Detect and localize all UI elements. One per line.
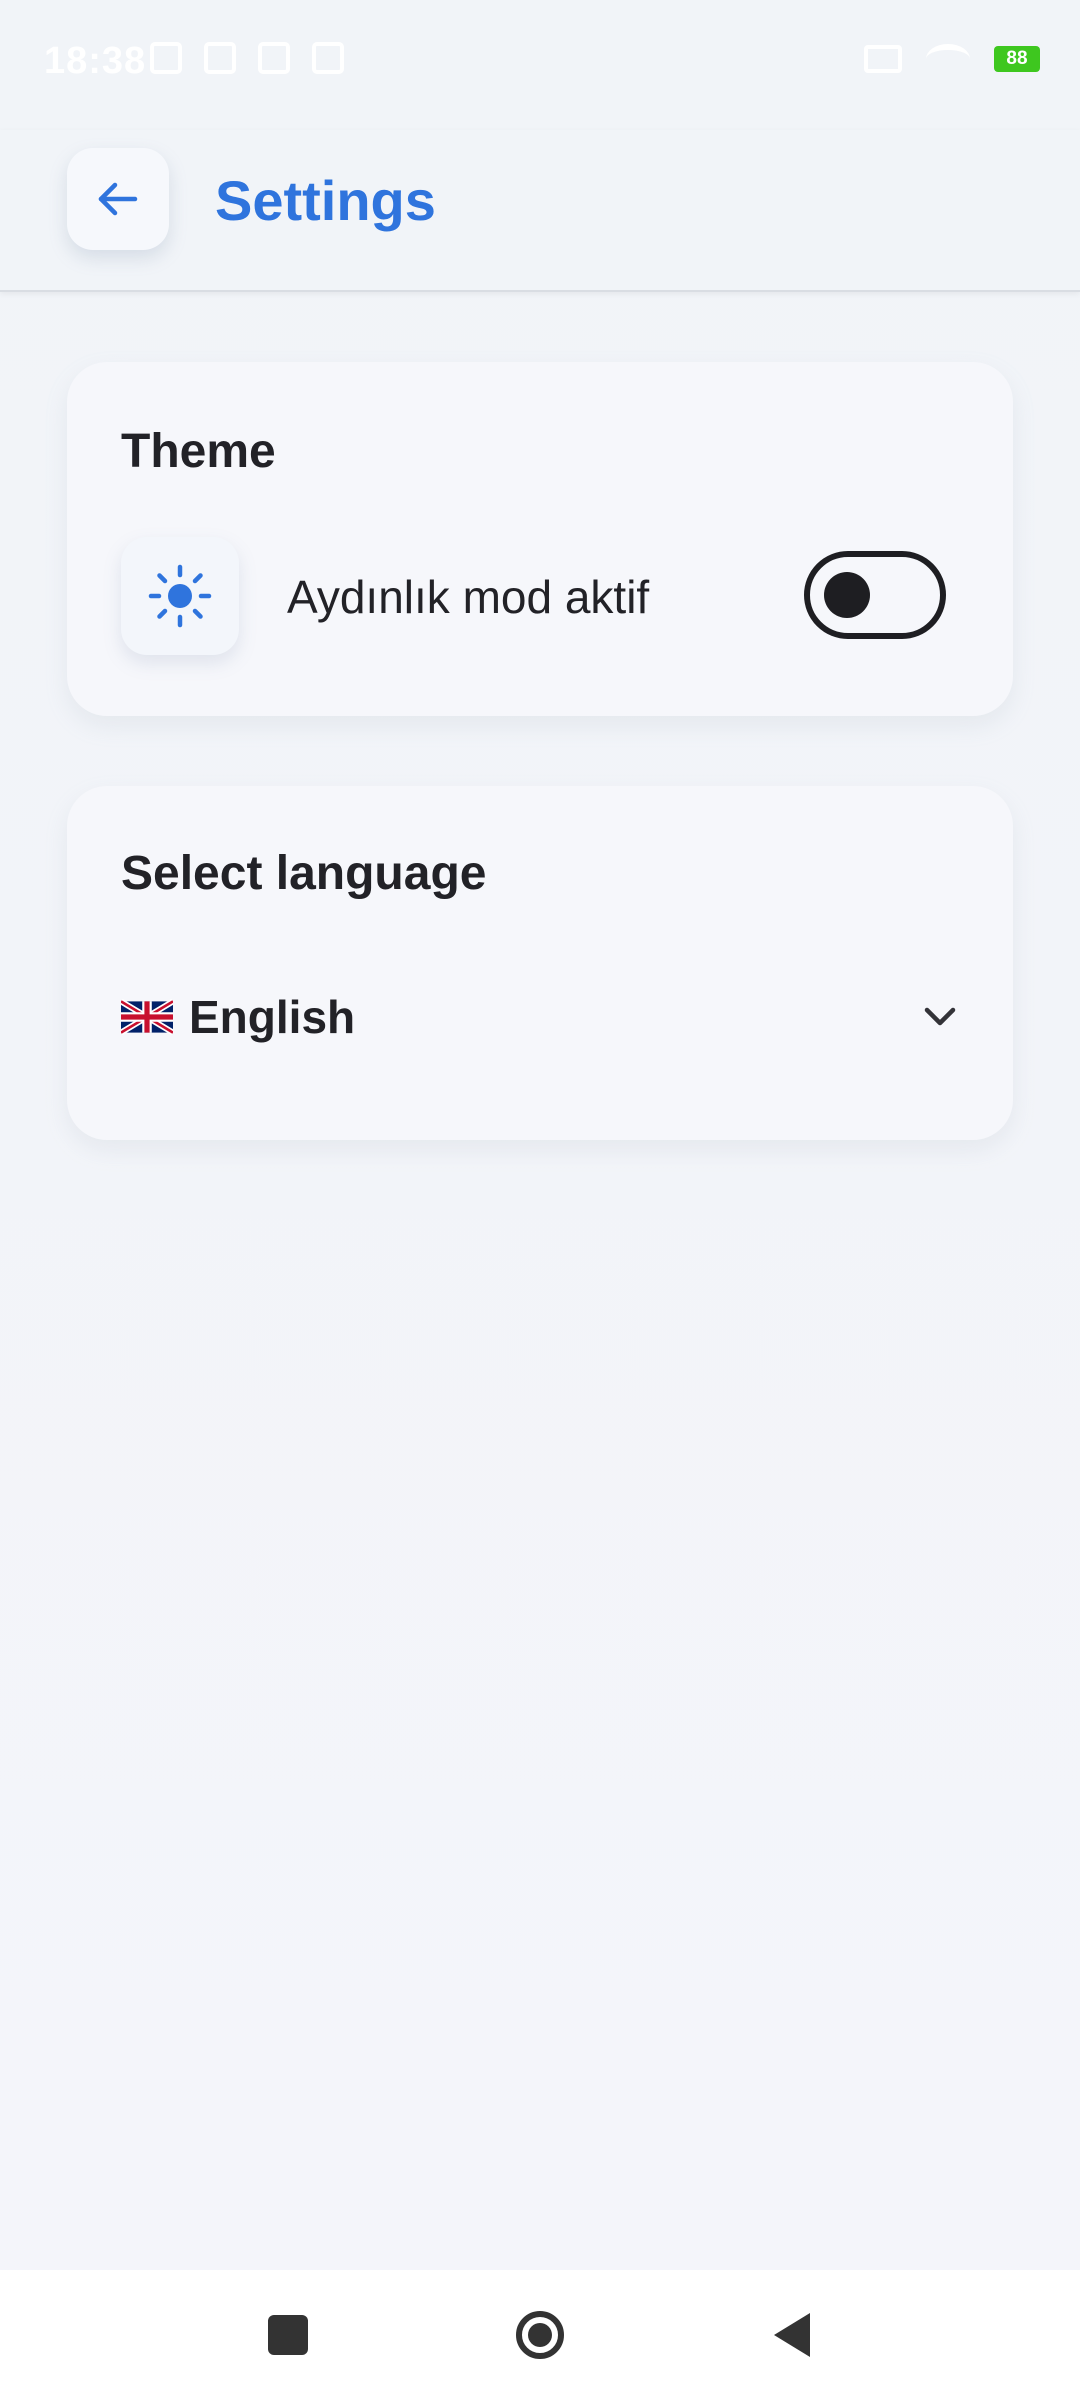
arrow-left-icon [98, 182, 138, 216]
selected-language: English [189, 991, 356, 1043]
calendar-icon [312, 42, 344, 74]
theme-mode-label: Aydınlık mod aktif [287, 571, 650, 623]
home-button[interactable] [505, 2300, 575, 2370]
status-system-icons: 88 [864, 44, 1040, 74]
battery-icon: 88 [994, 46, 1040, 72]
home-icon-dot [528, 2323, 552, 2347]
notification-icon [150, 42, 182, 74]
recent-apps-icon [268, 2315, 308, 2355]
chevron-down-icon [924, 1007, 956, 1026]
status-time: 18:38 [44, 40, 147, 82]
language-dropdown[interactable]: English [121, 982, 959, 1052]
calendar-icon [258, 42, 290, 74]
uk-flag-icon [121, 999, 173, 1035]
language-title: Select language [121, 847, 487, 900]
language-card: Select language English [67, 786, 1013, 1140]
theme-icon-box [121, 537, 239, 655]
app-header: Settings [0, 130, 1080, 292]
theme-toggle[interactable] [804, 551, 946, 639]
sim-icon [204, 42, 236, 74]
back-button[interactable] [67, 148, 169, 250]
back-icon [774, 2313, 810, 2357]
wifi-icon [926, 44, 970, 74]
page-title: Settings [215, 169, 436, 232]
home-icon [516, 2311, 564, 2359]
toggle-knob [824, 572, 870, 618]
system-back-button[interactable] [757, 2300, 827, 2370]
recent-apps-button[interactable] [253, 2300, 323, 2370]
theme-card: Theme Aydınlık mod aktif [67, 362, 1013, 716]
sun-icon [148, 564, 212, 628]
theme-title: Theme [121, 425, 276, 478]
status-notification-icons [150, 42, 344, 74]
system-nav-bar [0, 2270, 1080, 2400]
network-icon [864, 45, 902, 73]
status-bar: 18:38 88 [0, 0, 1080, 130]
